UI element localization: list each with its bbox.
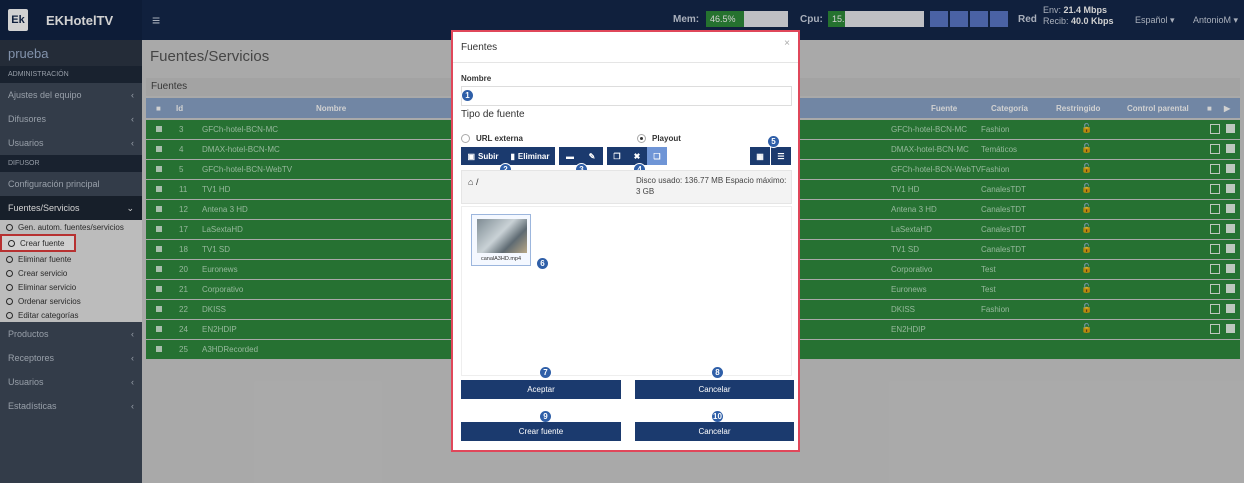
folder-icon: ▬ [566,151,574,161]
fuentes-modal: Fuentes × Nombre 1 Tipo de fuente URL ex… [451,30,800,452]
trash-icon: ▮ [510,151,515,161]
step-badge-6: 6 [536,257,549,270]
radio-playout[interactable]: Playout [637,134,681,143]
cancelar-button[interactable]: Cancelar [635,380,794,399]
tipo-fuente-label: Tipo de fuente [461,109,525,120]
radio-dot [637,134,646,143]
cut-icon: ✖ [633,151,641,161]
step-badge-5: 5 [767,135,780,148]
radio-dot [461,134,470,143]
grid-icon: ▦ [756,151,764,161]
video-thumbnail [477,219,527,253]
eliminar-button[interactable]: ▮ Eliminar [505,147,555,165]
divider [453,62,798,63]
home-icon: ⌂ [468,177,474,187]
step-badge-8: 8 [711,366,724,379]
nombre-label: Nombre [461,74,492,83]
upload-icon: ▣ [467,151,476,161]
new-folder-button[interactable]: ▬ [559,147,581,165]
grid-view-button[interactable]: ▦ [750,147,770,165]
subir-button[interactable]: ▣ Subir [461,147,505,165]
radio-label: Playout [652,134,681,143]
pencil-icon: ✎ [588,151,596,161]
list-icon: ☰ [777,151,785,161]
paste-button[interactable]: ❏ [647,147,667,165]
file-name: canalA3HD.mp4 [480,256,522,262]
file-area: canalA3HD.mp4 6 [461,206,792,376]
button-label: Subir [478,151,499,161]
radio-label: URL externa [476,134,523,143]
file-item[interactable]: canalA3HD.mp4 [471,214,531,266]
crear-fuente-button[interactable]: Crear fuente [461,422,621,441]
list-view-button[interactable]: ☰ [771,147,791,165]
close-icon[interactable]: × [784,38,790,49]
breadcrumb[interactable]: ⌂ / [468,177,478,187]
copy-icon: ❐ [613,151,621,161]
step-badge-1: 1 [461,89,474,102]
disk-usage: Disco usado: 136.77 MB Espacio máximo: 3… [636,176,787,196]
rename-button[interactable]: ✎ [581,147,603,165]
paste-icon: ❏ [653,151,661,161]
nombre-input[interactable] [461,86,792,106]
file-breadcrumb-bar: ⌂ / Disco usado: 136.77 MB Espacio máxim… [461,170,792,204]
breadcrumb-path: / [475,177,479,187]
radio-url-externa[interactable]: URL externa [461,134,523,143]
step-badge-7: 7 [539,366,552,379]
copy-button[interactable]: ❐ [607,147,627,165]
cancelar-button-2[interactable]: Cancelar [635,422,794,441]
button-label: Eliminar [517,151,550,161]
aceptar-button[interactable]: Aceptar [461,380,621,399]
modal-title: Fuentes [461,42,498,53]
